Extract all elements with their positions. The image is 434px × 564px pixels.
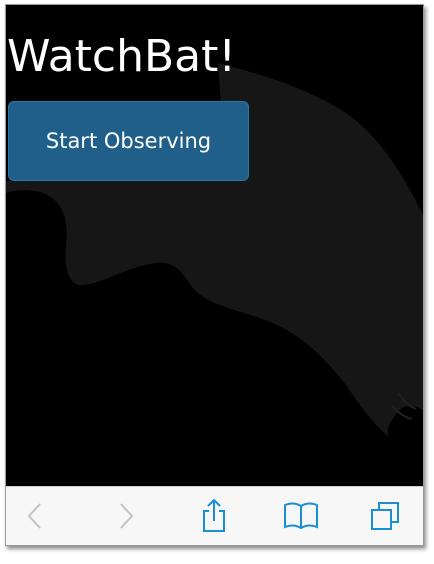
back-arrow-icon	[27, 503, 41, 529]
start-observing-button[interactable]: Start Observing	[8, 101, 249, 181]
tabs-icon	[371, 502, 399, 530]
bookmarks-button[interactable]	[282, 497, 320, 535]
forward-button[interactable]	[107, 497, 145, 535]
forward-arrow-icon	[120, 503, 134, 529]
share-icon	[203, 498, 225, 532]
app-screen: WatchBat! Start Observing	[6, 5, 423, 486]
browser-toolbar	[6, 486, 423, 545]
device-frame: WatchBat! Start Observing	[5, 4, 424, 546]
bookmarks-icon	[284, 502, 318, 530]
tabs-button[interactable]	[366, 497, 404, 535]
app-title: WatchBat!	[7, 31, 237, 82]
back-button[interactable]	[16, 497, 54, 535]
share-button[interactable]	[195, 497, 233, 535]
